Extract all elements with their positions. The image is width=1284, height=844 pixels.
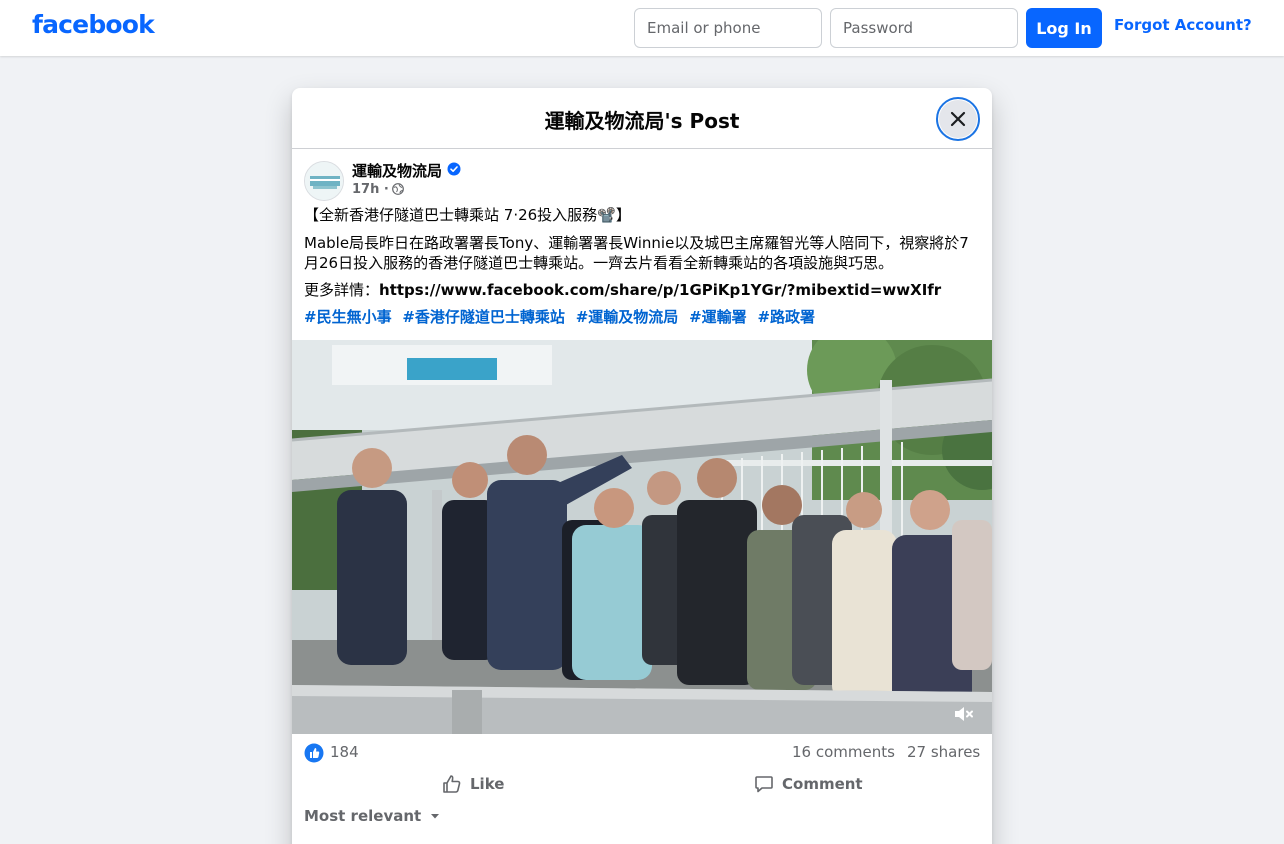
- post-body: Mable局長昨日在路政署署長Tony、運輸署署長Winnie以及城巴主席羅智光…: [304, 234, 969, 272]
- post-headline: 【全新香港仔隧道巴士轉乘站 7·26投入服務📽️】: [304, 206, 631, 224]
- author-name[interactable]: 運輸及物流局: [352, 160, 442, 181]
- like-button[interactable]: Like: [442, 772, 504, 796]
- hashtag-link[interactable]: #運輸署: [689, 308, 747, 326]
- like-label: Like: [470, 775, 505, 793]
- caret-down-icon: [431, 814, 440, 819]
- post-video[interactable]: [292, 340, 992, 734]
- page-avatar[interactable]: [304, 161, 344, 201]
- post-more-info: 更多詳情：https://www.facebook.com/share/p/1G…: [304, 280, 980, 300]
- login-button[interactable]: Log In: [1026, 8, 1102, 48]
- password-input[interactable]: [830, 8, 1018, 48]
- email-input[interactable]: [634, 8, 822, 48]
- comment-button[interactable]: Comment: [754, 772, 863, 796]
- more-info-label: 更多詳情：: [304, 281, 380, 299]
- post-timestamp[interactable]: 17h ·: [352, 182, 389, 197]
- video-frame: [292, 340, 992, 734]
- thumbs-up-icon: [443, 775, 461, 793]
- hashtag-link[interactable]: #運輸及物流局: [576, 308, 679, 326]
- modal-title: 運輸及物流局's Post: [544, 109, 740, 133]
- hashtag-link[interactable]: #民生無小事: [304, 308, 392, 326]
- shares-count[interactable]: 27 shares: [907, 743, 980, 761]
- like-count[interactable]: 184: [330, 743, 359, 761]
- comment-icon: [755, 776, 773, 793]
- top-bar: facebook Log In Forgot Account?: [0, 0, 1284, 56]
- comments-count[interactable]: 16 comments: [792, 743, 895, 761]
- post-modal: 運輸及物流局's Post 運輸及物流局 17h · 【全新香港仔隧道巴士轉乘站…: [292, 88, 992, 844]
- verified-badge-icon: [447, 162, 461, 176]
- comment-label: Comment: [782, 775, 863, 793]
- comment-sort-label: Most relevant: [304, 807, 422, 825]
- comment-sort-dropdown[interactable]: Most relevant: [304, 807, 441, 825]
- close-icon: [950, 111, 966, 127]
- hashtag-link[interactable]: #香港仔隧道巴士轉乘站: [402, 308, 565, 326]
- hashtag-link[interactable]: #路政署: [757, 308, 815, 326]
- more-info-link[interactable]: https://www.facebook.com/share/p/1GPiKp1…: [379, 281, 941, 299]
- modal-header: 運輸及物流局's Post: [292, 88, 992, 149]
- forgot-account-link[interactable]: Forgot Account?: [1114, 16, 1252, 34]
- facebook-logo[interactable]: facebook: [32, 10, 155, 39]
- mute-icon[interactable]: [952, 702, 976, 726]
- globe-icon: [392, 183, 404, 195]
- hashtag-list: #民生無小事 #香港仔隧道巴士轉乘站 #運輸及物流局 #運輸署 #路政署: [304, 307, 980, 327]
- like-reaction-icon[interactable]: [304, 743, 324, 763]
- close-button[interactable]: [936, 97, 980, 141]
